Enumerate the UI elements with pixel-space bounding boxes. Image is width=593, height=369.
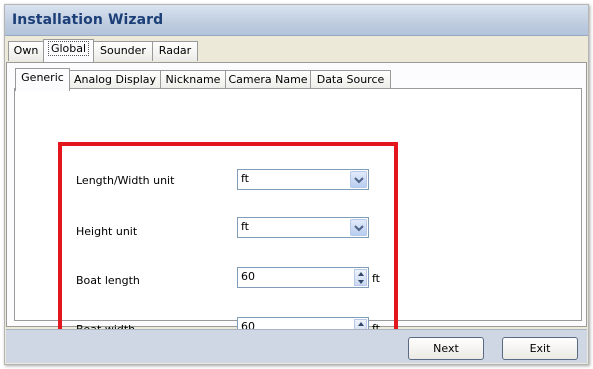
tab-camera-name-label: Camera Name xyxy=(228,73,308,86)
footer-bar: Next Exit xyxy=(6,329,587,363)
tab-own-label: Own xyxy=(13,44,39,57)
tab-nickname-label: Nickname xyxy=(165,73,221,86)
tab-radar[interactable]: Radar xyxy=(152,41,198,61)
installation-wizard-window: Installation Wizard Own Global Sounder R… xyxy=(4,4,589,365)
tab-global-label: Global xyxy=(47,41,90,56)
height-unit-value: ft xyxy=(241,220,249,233)
tab-data-source-label: Data Source xyxy=(316,73,385,86)
tab-analog-display-label: Analog Display xyxy=(73,73,157,86)
tab-generic-label: Generic xyxy=(21,71,64,84)
boat-length-spinner[interactable]: 60 xyxy=(237,267,369,288)
tab-own[interactable]: Own xyxy=(8,41,44,61)
tab-generic[interactable]: Generic xyxy=(15,68,70,91)
chevron-down-icon[interactable] xyxy=(350,219,367,236)
title-bar: Installation Wizard xyxy=(5,5,588,36)
tab-analog-display[interactable]: Analog Display xyxy=(69,70,161,90)
next-button[interactable]: Next xyxy=(408,337,484,360)
boat-length-unit: ft xyxy=(372,272,380,285)
tab-data-source[interactable]: Data Source xyxy=(310,70,391,90)
tab-sounder[interactable]: Sounder xyxy=(93,41,153,61)
length-width-unit-value: ft xyxy=(241,172,249,185)
window-title: Installation Wizard xyxy=(12,12,164,28)
global-tab-panel: Generic Analog Display Nickname Camera N… xyxy=(6,62,587,348)
tab-radar-label: Radar xyxy=(158,44,192,57)
chevron-down-icon[interactable] xyxy=(350,171,367,188)
boat-length-value: 60 xyxy=(241,270,255,283)
tab-nickname[interactable]: Nickname xyxy=(160,70,226,90)
tab-global[interactable]: Global xyxy=(43,39,94,62)
exit-button[interactable]: Exit xyxy=(502,337,578,360)
height-unit-label: Height unit xyxy=(76,225,138,238)
tab-camera-name[interactable]: Camera Name xyxy=(225,70,311,90)
boat-length-label: Boat length xyxy=(76,274,140,287)
length-width-unit-label: Length/Width unit xyxy=(76,174,175,187)
spin-arrows-icon[interactable] xyxy=(354,269,367,286)
length-width-unit-select[interactable]: ft xyxy=(237,169,369,190)
height-unit-select[interactable]: ft xyxy=(237,217,369,238)
tab-sounder-label: Sounder xyxy=(100,44,146,57)
generic-tab-panel: Length/Width unit ft Height unit ft Boat… xyxy=(14,88,582,348)
